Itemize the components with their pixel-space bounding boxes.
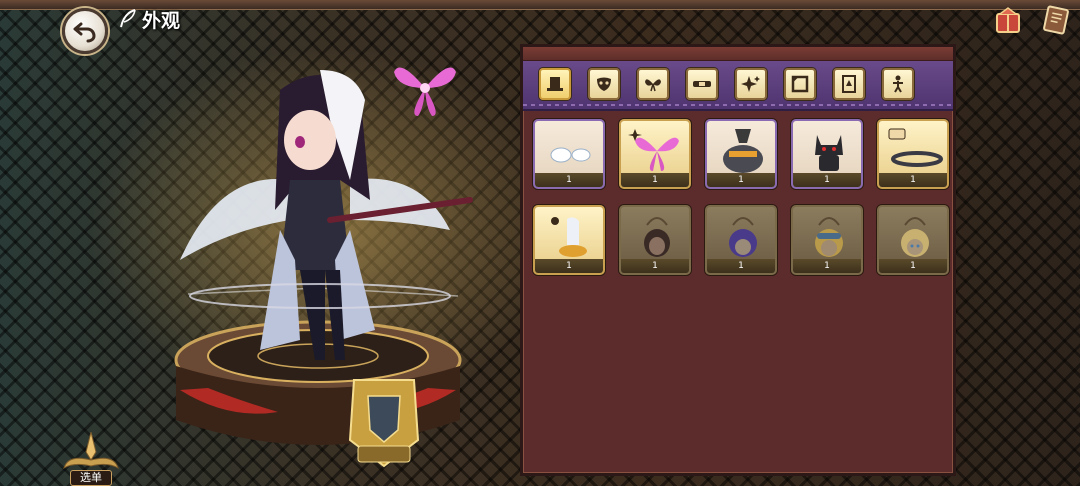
portrait-purple-hair-icon [729, 217, 757, 257]
wardrobe-panel: 1 1 1 1 1 1 1 1 1 1 [520, 44, 956, 476]
witch-pot-icon [723, 129, 763, 173]
item-card[interactable]: 1 [877, 119, 949, 189]
item-count: 1 [621, 173, 689, 187]
tab-card-frame[interactable] [833, 68, 865, 100]
quill-icon [120, 9, 136, 28]
item-card[interactable]: 1 [791, 205, 863, 275]
item-count: 1 [879, 173, 947, 187]
item-card[interactable]: 1 [705, 119, 777, 189]
wings-icon [645, 79, 661, 92]
studded-belt-icon [888, 128, 943, 167]
page-title: 外观 [118, 6, 180, 32]
frame-icon [791, 75, 809, 93]
butterfly-wings-icon [628, 129, 679, 171]
portrait-dark-hair-icon [644, 217, 670, 257]
item-count: 1 [793, 259, 861, 273]
item-card[interactable]: 1 [791, 119, 863, 189]
tab-pose[interactable] [882, 68, 914, 100]
tab-effects[interactable] [735, 68, 767, 100]
item-card[interactable]: 1 [619, 119, 691, 189]
tab-belt[interactable] [686, 68, 718, 100]
item-count: 1 [621, 259, 689, 273]
item-count: 1 [879, 259, 947, 273]
rank-emblem [348, 379, 420, 468]
belt-icon [693, 81, 711, 87]
item-card[interactable]: 1 [877, 205, 949, 275]
item-card[interactable]: 1 [705, 205, 777, 275]
menu-button[interactable]: 选单 [58, 432, 124, 486]
cloud-icon [550, 147, 591, 163]
category-tab-bar [523, 61, 953, 111]
item-card[interactable]: 1 [533, 119, 605, 189]
gift-shop-icon[interactable] [992, 4, 1024, 36]
page-title-text: 外观 [142, 9, 181, 32]
character-pose-icon [551, 217, 587, 257]
item-count: 1 [707, 173, 775, 187]
item-count: 1 [535, 173, 603, 187]
book-icon[interactable] [1040, 4, 1072, 36]
hat-icon [547, 77, 563, 91]
back-arrow-icon [73, 22, 96, 43]
back-button[interactable] [62, 8, 108, 54]
panel-header-strip [523, 47, 953, 61]
card-frame-icon [842, 75, 856, 93]
portrait-blonde-girl-icon [901, 217, 929, 257]
pose-icon [893, 75, 903, 93]
floating-butterfly-icon [394, 67, 456, 116]
sparkle-icon [741, 76, 760, 92]
item-card[interactable]: 1 [533, 205, 605, 275]
tab-wings[interactable] [637, 68, 669, 100]
item-card[interactable]: 1 [619, 205, 691, 275]
portrait-goggles-girl-icon [815, 217, 843, 257]
item-count: 1 [535, 259, 603, 273]
black-cat-icon [815, 135, 843, 171]
tab-frame[interactable] [784, 68, 816, 100]
item-count: 1 [793, 173, 861, 187]
tab-hat[interactable] [539, 68, 571, 100]
menu-button-label: 选单 [70, 470, 112, 486]
tab-mask[interactable] [588, 68, 620, 100]
mask-icon [597, 77, 611, 91]
item-count: 1 [707, 259, 775, 273]
